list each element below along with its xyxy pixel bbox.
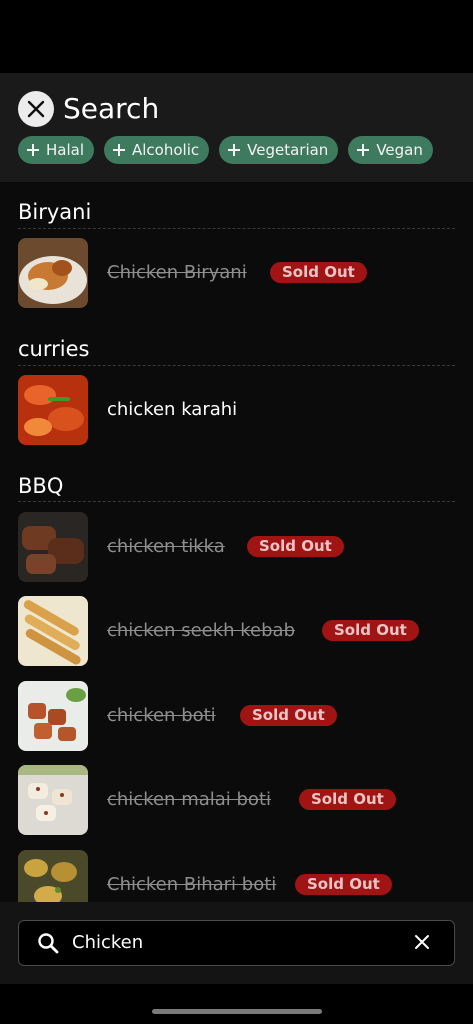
- section-title-bbq: BBQ: [18, 474, 64, 498]
- status-bar: [0, 0, 473, 73]
- menu-item-chicken-boti[interactable]: chicken boti Sold Out: [18, 681, 458, 751]
- filter-chip-label: Vegan: [376, 141, 423, 159]
- sold-out-badge: Sold Out: [270, 262, 367, 283]
- food-image: [18, 375, 88, 445]
- close-search-button[interactable]: [18, 91, 54, 127]
- filter-chip-vegetarian[interactable]: Vegetarian: [219, 136, 339, 164]
- food-image: [18, 850, 88, 902]
- filter-chip-alcoholic[interactable]: Alcoholic: [104, 136, 210, 164]
- navigation-area: [0, 984, 473, 1024]
- menu-item-chicken-biryani[interactable]: Chicken Biryani Sold Out: [18, 238, 458, 308]
- filter-chip-vegan[interactable]: Vegan: [348, 136, 433, 164]
- item-name: chicken boti: [107, 705, 216, 726]
- sold-out-badge: Sold Out: [295, 874, 392, 895]
- sold-out-badge: Sold Out: [299, 789, 396, 810]
- menu-item-chicken-bihari-boti[interactable]: Chicken Bihari boti Sold Out: [18, 850, 458, 902]
- menu-item-chicken-tikka[interactable]: chicken tikka Sold Out: [18, 512, 458, 582]
- plus-icon: [27, 144, 39, 156]
- plus-icon: [113, 144, 125, 156]
- filter-chip-label: Alcoholic: [132, 141, 200, 159]
- section-title-curries: curries: [18, 337, 90, 361]
- clear-icon[interactable]: [414, 934, 430, 950]
- search-input[interactable]: Chicken: [18, 920, 455, 966]
- sold-out-badge: Sold Out: [247, 536, 344, 557]
- section-divider: [18, 228, 455, 229]
- home-indicator[interactable]: [152, 1009, 322, 1014]
- menu-item-chicken-malai-boti[interactable]: chicken malai boti Sold Out: [18, 765, 458, 835]
- section-title-biryani: Biryani: [18, 200, 92, 224]
- item-name: chicken seekh kebab: [107, 620, 296, 641]
- item-name: chicken tikka: [107, 536, 225, 557]
- item-name: chicken karahi: [107, 399, 238, 420]
- filter-chip-label: Vegetarian: [247, 141, 329, 159]
- menu-item-chicken-karahi[interactable]: chicken karahi: [18, 375, 458, 445]
- filter-chip-label: Halal: [46, 141, 84, 159]
- sold-out-badge: Sold Out: [322, 620, 419, 641]
- filter-chip-halal[interactable]: Halal: [18, 136, 94, 164]
- food-image: [18, 596, 88, 666]
- food-image: [18, 681, 88, 751]
- section-divider: [18, 365, 455, 366]
- sold-out-badge: Sold Out: [240, 705, 337, 726]
- filter-chips: Halal Alcoholic Vegetarian Vegan: [18, 136, 433, 164]
- search-input-value[interactable]: Chicken: [72, 921, 143, 965]
- item-name: Chicken Bihari boti: [107, 874, 277, 895]
- menu-item-chicken-seekh-kebab[interactable]: chicken seekh kebab Sold Out: [18, 596, 458, 666]
- food-image: [18, 512, 88, 582]
- food-image: [18, 238, 88, 308]
- plus-icon: [228, 144, 241, 156]
- results-list[interactable]: Biryani Chicken Biryani Sold Out curries: [0, 182, 473, 902]
- item-name: chicken malai boti: [107, 789, 272, 810]
- search-icon: [38, 933, 59, 954]
- item-name: Chicken Biryani: [107, 262, 247, 283]
- search-header: [0, 73, 473, 182]
- page-title: Search: [63, 92, 160, 125]
- section-divider: [18, 501, 455, 502]
- close-icon: [27, 100, 45, 118]
- food-image: [18, 765, 88, 835]
- plus-icon: [357, 144, 370, 156]
